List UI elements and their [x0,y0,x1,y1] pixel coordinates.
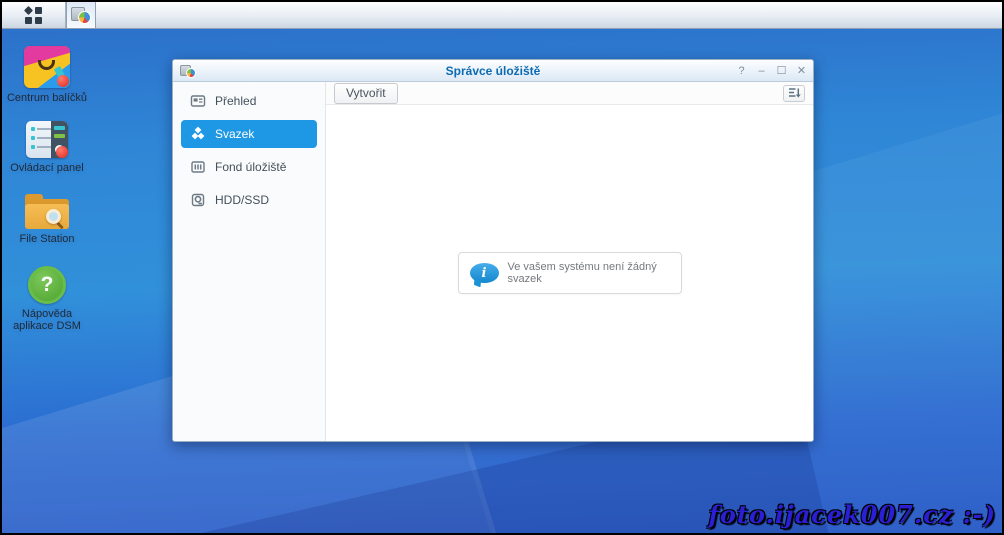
sidebar-item-fond-uloziste[interactable]: Fond úložiště [181,153,317,181]
minimize-button[interactable]: – [756,66,767,77]
help-button[interactable]: ? [736,66,747,77]
desktop-icon-file-station[interactable]: File Station [2,194,92,245]
info-bubble-icon: i [470,263,499,283]
storage-manager-window: Správce úložiště ? – ☐ ✕ Přehled [172,59,814,442]
window-controls: ? – ☐ ✕ [736,60,807,82]
close-button[interactable]: ✕ [796,66,807,77]
storage-manager-icon [180,63,196,79]
sidebar-item-hdd-ssd[interactable]: HDD/SSD [181,186,317,214]
sidebar: Přehled Svazek [173,82,326,441]
desktop-icon-package-center[interactable]: Centrum balíčků [2,46,92,104]
watermark: foto.ijacek007.cz :-) [709,500,996,529]
sidebar-item-prehled[interactable]: Přehled [181,87,317,115]
maximize-button[interactable]: ☐ [776,66,787,77]
window-title: Správce úložiště [173,64,813,78]
sort-button[interactable] [783,85,805,102]
app-grid-icon [25,7,42,24]
sidebar-item-label: HDD/SSD [215,193,269,207]
sidebar-item-label: Fond úložiště [215,160,286,174]
desktop-icon-label: Centrum balíčků [7,92,87,104]
desktop-icon-label: Ovládací panel [10,162,83,174]
control-panel-icon [26,121,68,158]
notification-badge [56,146,68,158]
window-titlebar[interactable]: Správce úložiště ? – ☐ ✕ [173,60,813,82]
desktop-icon-label: Nápověda aplikace DSM [2,308,92,332]
main-menu-button[interactable] [2,2,66,28]
storage-pool-icon [190,159,206,175]
storage-manager-icon [71,5,91,25]
toolbar: Vytvořit [326,82,813,105]
sidebar-item-label: Přehled [215,94,256,108]
sidebar-item-svazek[interactable]: Svazek [181,120,317,148]
desktop-icon-dsm-help[interactable]: ? Nápověda aplikace DSM [2,266,92,332]
package-center-icon [24,46,70,88]
volume-icon [190,126,206,142]
dsm-help-icon: ? [28,266,66,304]
overview-icon [190,93,206,109]
empty-volume-text: Ve vašem systému není žádný svazek [508,261,681,285]
desktop: Centrum balíčků Ovládací panel File Stat… [0,0,1004,535]
desktop-icon-label: File Station [19,233,74,245]
empty-volume-message: i Ve vašem systému není žádný svazek [458,252,682,294]
desktop-icon-control-panel[interactable]: Ovládací panel [2,121,92,174]
sidebar-item-label: Svazek [215,127,254,141]
taskbar-storage-manager-button[interactable] [66,2,96,28]
taskbar [2,2,1002,29]
volume-content-area: i Ve vašem systému není žádný svazek [326,105,813,441]
notification-badge [57,75,69,87]
disk-icon [190,192,206,208]
file-station-icon [25,194,69,229]
create-button[interactable]: Vytvořit [334,83,398,104]
sort-descending-icon [788,87,801,99]
